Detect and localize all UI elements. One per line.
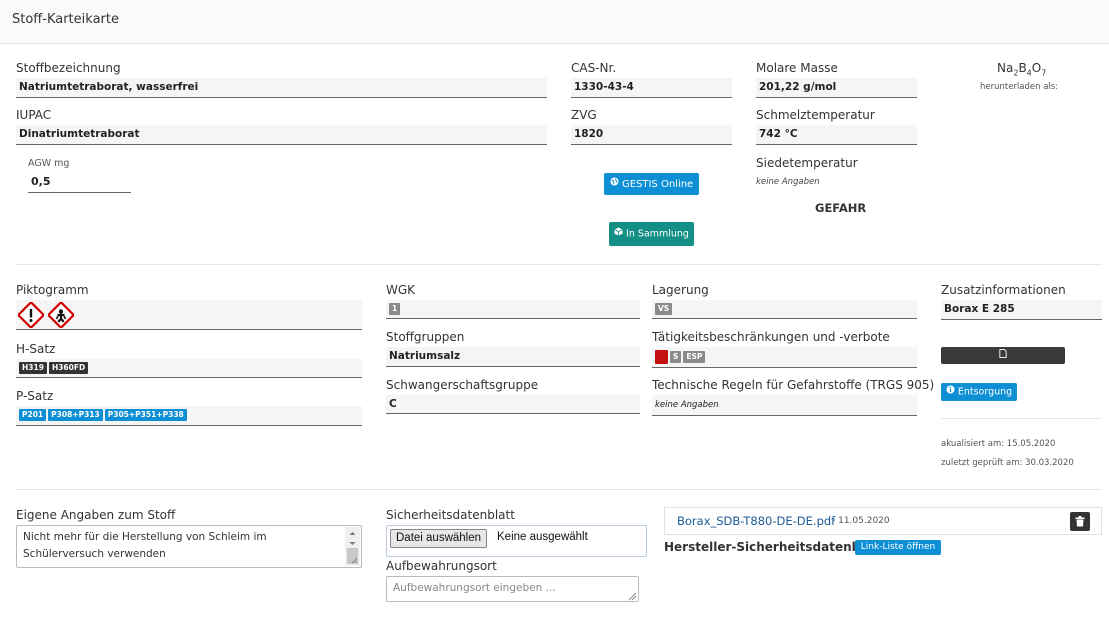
chemical-formula: Na2B4O7 bbox=[997, 61, 1047, 78]
divider bbox=[941, 418, 1102, 419]
lagerung-field: VS bbox=[652, 300, 917, 319]
checked-date: zuletzt geprüft am: 30.03.2020 bbox=[941, 458, 1074, 468]
eigene-angaben-label: Eigene Angaben zum Stoff bbox=[16, 508, 176, 522]
signal-word: GEFAHR bbox=[815, 201, 867, 215]
sdb-label: Sicherheitsdatenblatt bbox=[386, 508, 515, 522]
zusatz-label: Zusatzinformationen bbox=[941, 283, 1066, 297]
h-statement-tag[interactable]: H319 bbox=[19, 362, 47, 374]
gestis-online-button[interactable]: GESTIS Online bbox=[604, 173, 699, 195]
zvg-label: ZVG bbox=[571, 108, 597, 122]
wgk-field: 1 bbox=[386, 300, 640, 319]
resize-handle-icon[interactable] bbox=[627, 590, 637, 604]
agw-label: AGW mg bbox=[28, 158, 70, 169]
psatz-label: P-Satz bbox=[16, 389, 54, 403]
delete-button[interactable] bbox=[1070, 512, 1090, 531]
page-header bbox=[0, 0, 1109, 44]
file-status: Keine ausgewählt bbox=[497, 531, 588, 543]
molare-masse-label: Molare Masse bbox=[756, 61, 838, 75]
restriction-tag: S bbox=[670, 351, 682, 363]
siedetemperatur-value: keine Angaben bbox=[756, 177, 820, 187]
divider bbox=[16, 264, 1102, 265]
schmelztemperatur-field[interactable]: 742 °C bbox=[756, 125, 917, 145]
in-sammlung-button[interactable]: In Sammlung bbox=[609, 222, 694, 246]
p-statement-tag[interactable]: P308+P313 bbox=[48, 409, 103, 421]
agw-field[interactable]: 0,5 bbox=[28, 172, 131, 193]
taetigkeit-field: S ESP bbox=[652, 347, 917, 368]
entsorgung-button[interactable]: Entsorgung bbox=[941, 383, 1017, 401]
stoffbezeichnung-label: Stoffbezeichnung bbox=[16, 61, 121, 75]
restriction-tag: ESP bbox=[683, 351, 706, 363]
restriction-red-marker bbox=[655, 350, 668, 364]
sdb-file-date: - 11.05.2020 bbox=[832, 516, 890, 526]
choose-file-button[interactable]: Datei auswählen bbox=[390, 529, 488, 548]
molare-masse-field[interactable]: 201,22 g/mol bbox=[756, 78, 917, 98]
sdb-file-row: Borax_SDB-T880-DE-DE.pdf - 11.05.2020 bbox=[664, 507, 1102, 535]
schwangerschaft-label: Schwangerschaftsgruppe bbox=[386, 378, 539, 392]
textarea-scrollbar[interactable] bbox=[345, 527, 360, 566]
lagerung-tag: VS bbox=[655, 303, 673, 315]
page-title: Stoff-Karteikarte bbox=[12, 12, 119, 27]
hsatz-field: H319 H360FD bbox=[16, 359, 362, 378]
wgk-tag: 1 bbox=[389, 303, 401, 315]
updated-date: akualisiert am: 15.05.2020 bbox=[941, 439, 1056, 449]
p-statement-tag[interactable]: P201 bbox=[19, 409, 47, 421]
piktogramm-label: Piktogramm bbox=[16, 283, 89, 297]
sdb-file-link[interactable]: Borax_SDB-T880-DE-DE.pdf bbox=[677, 514, 835, 528]
sdb-file-input[interactable]: Datei auswählen Keine ausgewählt bbox=[386, 525, 647, 557]
taetigkeit-label: Tätigkeitsbeschränkungen und -verbote bbox=[652, 330, 890, 344]
h-statement-tag[interactable]: H360FD bbox=[48, 362, 89, 374]
cube-icon bbox=[614, 222, 623, 246]
download-label: herunterladen als: bbox=[980, 82, 1059, 92]
aufbewahrung-label: Aufbewahrungsort bbox=[386, 559, 497, 573]
info-icon bbox=[946, 383, 955, 401]
freisetzungsverhalten-button[interactable]: Freisetzungsverhalten bbox=[941, 347, 1065, 378]
iupac-field[interactable]: Dinatriumtetraborat bbox=[16, 125, 547, 145]
aufbewahrung-textarea[interactable]: Aufbewahrungsort eingeben ... bbox=[386, 576, 639, 602]
exclamation-pictogram-icon bbox=[16, 300, 46, 331]
p-statement-tag[interactable]: P305+P351+P338 bbox=[104, 409, 187, 421]
health-hazard-pictogram-icon bbox=[46, 300, 75, 331]
cas-label: CAS-Nr. bbox=[571, 61, 617, 75]
globe-icon bbox=[610, 173, 619, 195]
cas-field[interactable]: 1330-43-4 bbox=[571, 78, 732, 98]
zusatz-field[interactable]: Borax E 285 bbox=[941, 300, 1102, 320]
schwangerschaft-field[interactable]: C bbox=[386, 395, 640, 414]
pdf-icon bbox=[999, 347, 1007, 364]
iupac-label: IUPAC bbox=[16, 108, 52, 122]
piktogramm-field bbox=[16, 300, 362, 330]
stoffgruppen-label: Stoffgruppen bbox=[386, 330, 465, 344]
stoffgruppen-field[interactable]: Natriumsalz bbox=[386, 347, 640, 367]
eigene-angaben-textarea[interactable]: Nicht mehr für die Herstellung von Schle… bbox=[16, 525, 362, 568]
trash-icon bbox=[1075, 516, 1085, 530]
hsatz-label: H-Satz bbox=[16, 342, 56, 356]
trgs-field: keine Angaben bbox=[652, 395, 917, 416]
zvg-field[interactable]: 1820 bbox=[571, 125, 732, 145]
wgk-label: WGK bbox=[386, 283, 416, 297]
siedetemperatur-label: Siedetemperatur bbox=[756, 156, 858, 170]
lagerung-label: Lagerung bbox=[652, 283, 709, 297]
divider bbox=[16, 489, 1102, 490]
psatz-field: P201 P308+P313 P305+P351+P338 bbox=[16, 406, 362, 426]
trgs-label: Technische Regeln für Gefahrstoffe (TRGS… bbox=[652, 378, 935, 392]
stoffbezeichnung-field[interactable]: Natriumtetraborat, wasserfrei bbox=[16, 78, 547, 98]
link-liste-button[interactable]: Link-Liste öffnen bbox=[855, 540, 941, 555]
schmelztemperatur-label: Schmelztemperatur bbox=[756, 108, 875, 122]
